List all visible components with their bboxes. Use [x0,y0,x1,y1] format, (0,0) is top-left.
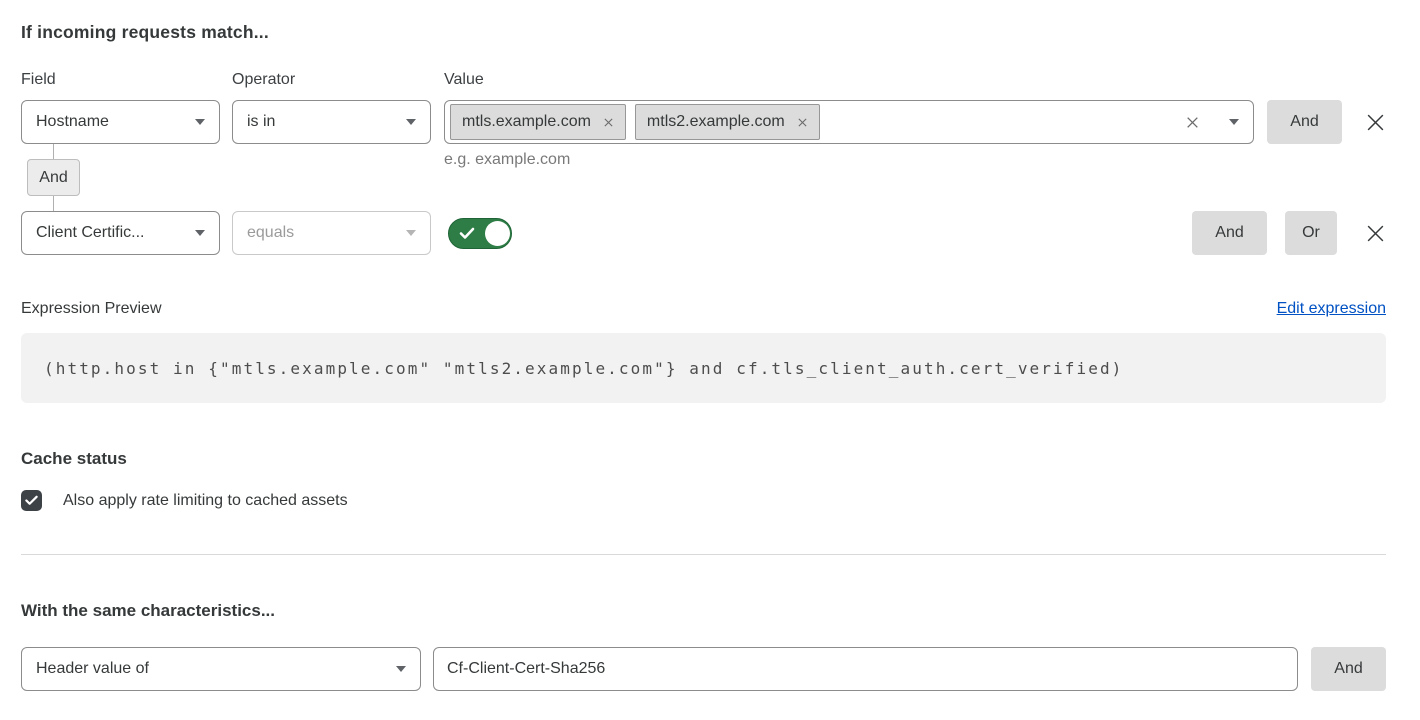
value-helper-text: e.g. example.com [444,151,570,169]
tag-chip-text: mtls2.example.com [647,113,785,131]
field-select-2-value: Client Certific... [36,224,144,242]
expression-preview-header: Expression Preview Edit expression [21,300,1386,318]
chevron-down-icon [406,119,416,125]
operator-select-2-value: equals [247,224,294,242]
expression-code: (http.host in {"mtls.example.com" "mtls2… [21,333,1386,403]
operator-select-1[interactable]: is in [232,100,431,144]
match-section-title: If incoming requests match... [21,22,1386,43]
remove-condition-button-1[interactable] [1364,100,1386,144]
cache-checkbox-row: Also apply rate limiting to cached asset… [21,490,1386,511]
tag-chip: mtls.example.com [450,104,626,140]
chevron-down-icon [396,666,406,672]
cert-verified-toggle[interactable] [448,218,512,249]
condition-row-1: Hostname is in mtls.example.com mtls2.ex… [21,100,1386,144]
tag-chip-text: mtls.example.com [462,113,591,131]
tag-chip: mtls2.example.com [635,104,820,140]
remove-tag-icon[interactable] [603,117,614,128]
condition-row-2: Client Certific... equals And Or [21,211,1386,255]
field-column-label: Field [21,71,232,89]
column-labels: Field Operator Value [21,71,1386,89]
add-characteristic-and-button[interactable]: And [1311,647,1386,691]
characteristic-select[interactable]: Header value of [21,647,421,691]
header-name-input[interactable] [433,647,1298,691]
characteristic-row: Header value of And [21,647,1386,691]
expression-preview-label: Expression Preview [21,300,162,318]
toggle-check-icon [459,227,475,240]
value-multiselect-wrapper: mtls.example.com mtls2.example.com [444,100,1254,144]
clear-value-icon[interactable] [1185,115,1200,130]
operator-select-2: equals [232,211,431,255]
chevron-down-icon[interactable] [1229,119,1239,125]
value-column-label: Value [444,71,1386,89]
section-divider [21,554,1386,555]
cached-assets-checkbox[interactable] [21,490,42,511]
characteristic-select-value: Header value of [36,660,149,678]
value-multiselect[interactable]: mtls.example.com mtls2.example.com [444,100,1254,144]
connector-line [53,196,54,211]
cache-status-title: Cache status [21,449,1386,469]
chevron-down-icon [406,230,416,236]
remove-tag-icon[interactable] [797,117,808,128]
field-select-1-value: Hostname [36,113,109,131]
operator-column-label: Operator [232,71,444,89]
chevron-down-icon [195,230,205,236]
toggle-knob [485,221,510,246]
rule-builder-page: If incoming requests match... Field Oper… [0,0,1420,691]
value-controls [1185,115,1239,130]
cached-assets-checkbox-label: Also apply rate limiting to cached asset… [63,492,348,510]
connector-and-chip[interactable]: And [27,159,80,196]
field-select-2[interactable]: Client Certific... [21,211,220,255]
and-button-row-2[interactable]: And [1192,211,1267,255]
field-select-1[interactable]: Hostname [21,100,220,144]
connector-line [53,144,54,159]
edit-expression-link[interactable]: Edit expression [1277,300,1386,318]
and-button-row-1[interactable]: And [1267,100,1342,144]
chevron-down-icon [195,119,205,125]
operator-select-1-value: is in [247,113,275,131]
condition-connector: And [27,144,1386,211]
or-button-row-2[interactable]: Or [1285,211,1337,255]
row-2-actions: And Or [1192,211,1386,255]
characteristics-title: With the same characteristics... [21,601,1386,621]
remove-condition-button-2[interactable] [1364,211,1386,255]
